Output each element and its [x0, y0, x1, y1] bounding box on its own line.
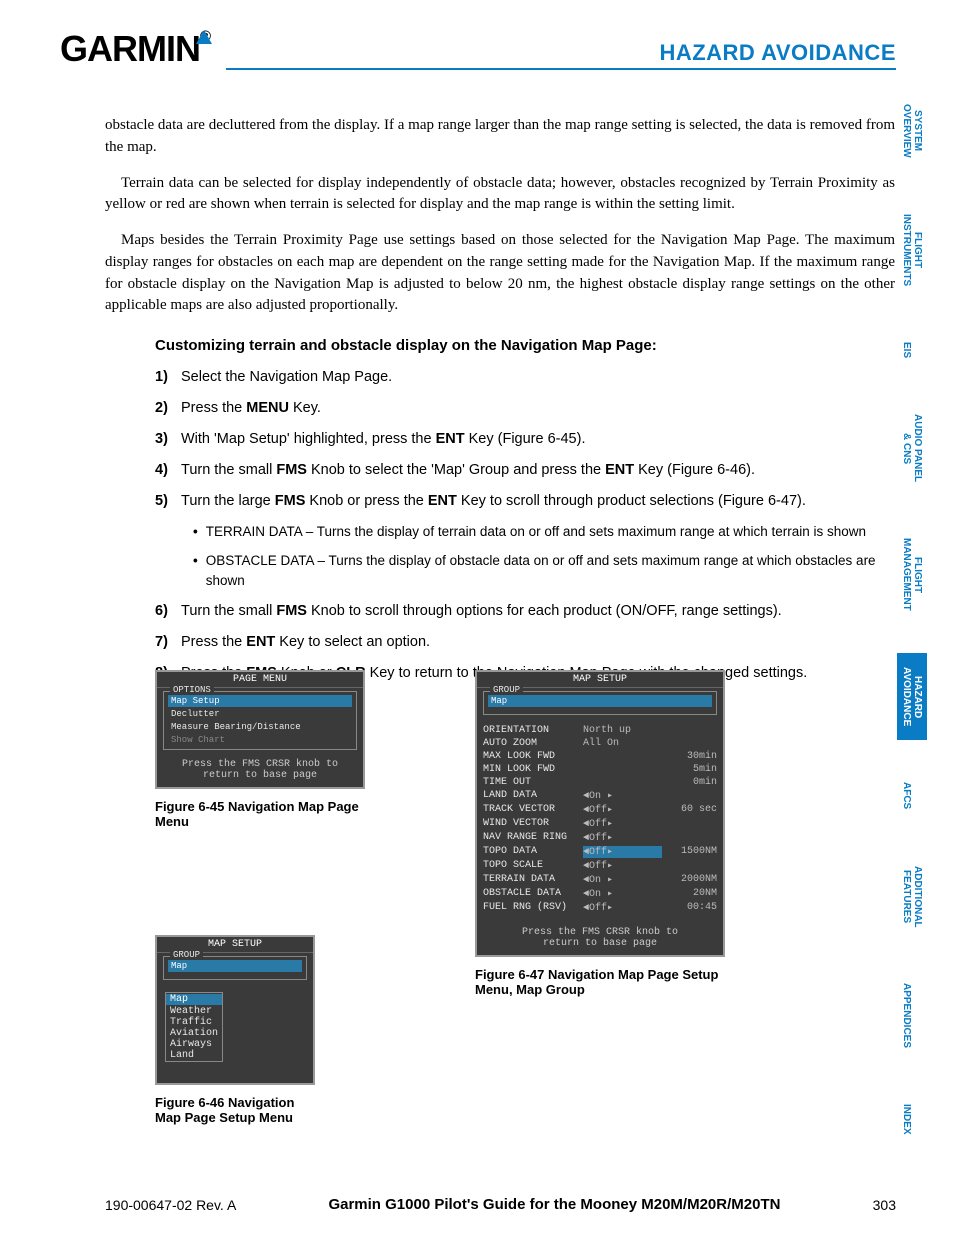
sidebar-tab[interactable]: AUDIO PANEL & CNS: [897, 400, 927, 496]
sidebar-tab[interactable]: INDEX: [897, 1090, 916, 1149]
doc-number: 190-00647-02 Rev. A: [105, 1197, 236, 1213]
garmin-logo-triangle: [196, 30, 212, 44]
sidebar-tab[interactable]: FLIGHT MANAGEMENT: [897, 524, 927, 625]
group-dropdown: Map Weather Traffic Aviation Airways Lan…: [165, 992, 223, 1062]
sidebar-tab[interactable]: HAZARD AVOIDANCE: [897, 653, 927, 740]
sidebar-tab[interactable]: SYSTEM OVERVIEW: [897, 90, 927, 172]
paragraph: Maps besides the Terrain Proximity Page …: [105, 230, 895, 317]
bullet: TERRAIN DATA – Turns the display of terr…: [193, 522, 895, 542]
garmin-logo: GARMIN®: [60, 28, 210, 70]
sidebar-tab[interactable]: APPENDICES: [897, 969, 916, 1062]
procedure-title: Customizing terrain and obstacle display…: [155, 335, 895, 357]
figure-6-47: MAP SETUP GROUP Map ORIENTATIONNorth upA…: [475, 670, 725, 997]
sidebar-tabs: SYSTEM OVERVIEW FLIGHT INSTRUMENTS EIS AUDI…: [897, 90, 942, 1177]
page-footer: 190-00647-02 Rev. A Garmin G1000 Pilot's…: [105, 1196, 896, 1213]
figure-6-45: PAGE MENU OPTIONS Map Setup Declutter Me…: [155, 670, 365, 829]
sidebar-tab[interactable]: AFCS: [897, 768, 916, 823]
bullet: OBSTACLE DATA – Turns the display of obs…: [193, 551, 895, 590]
page-number: 303: [873, 1197, 896, 1213]
sidebar-tab[interactable]: FLIGHT INSTRUMENTS: [897, 200, 927, 300]
paragraph: obstacle data are decluttered from the d…: [105, 115, 895, 159]
header-rule: [226, 68, 896, 70]
sidebar-tab[interactable]: ADDITIONAL FEATURES: [897, 852, 927, 942]
paragraph: Terrain data can be selected for display…: [105, 173, 895, 217]
section-title: HAZARD AVOIDANCE: [659, 40, 896, 66]
procedure-steps: 1)Select the Navigation Map Page. 2)Pres…: [155, 367, 895, 512]
sidebar-tab[interactable]: EIS: [897, 328, 916, 372]
body-content: obstacle data are decluttered from the d…: [105, 115, 895, 694]
doc-title: Garmin G1000 Pilot's Guide for the Moone…: [328, 1196, 780, 1213]
figure-6-46: MAP SETUP GROUP Map Map Weather Traffic …: [155, 935, 315, 1125]
